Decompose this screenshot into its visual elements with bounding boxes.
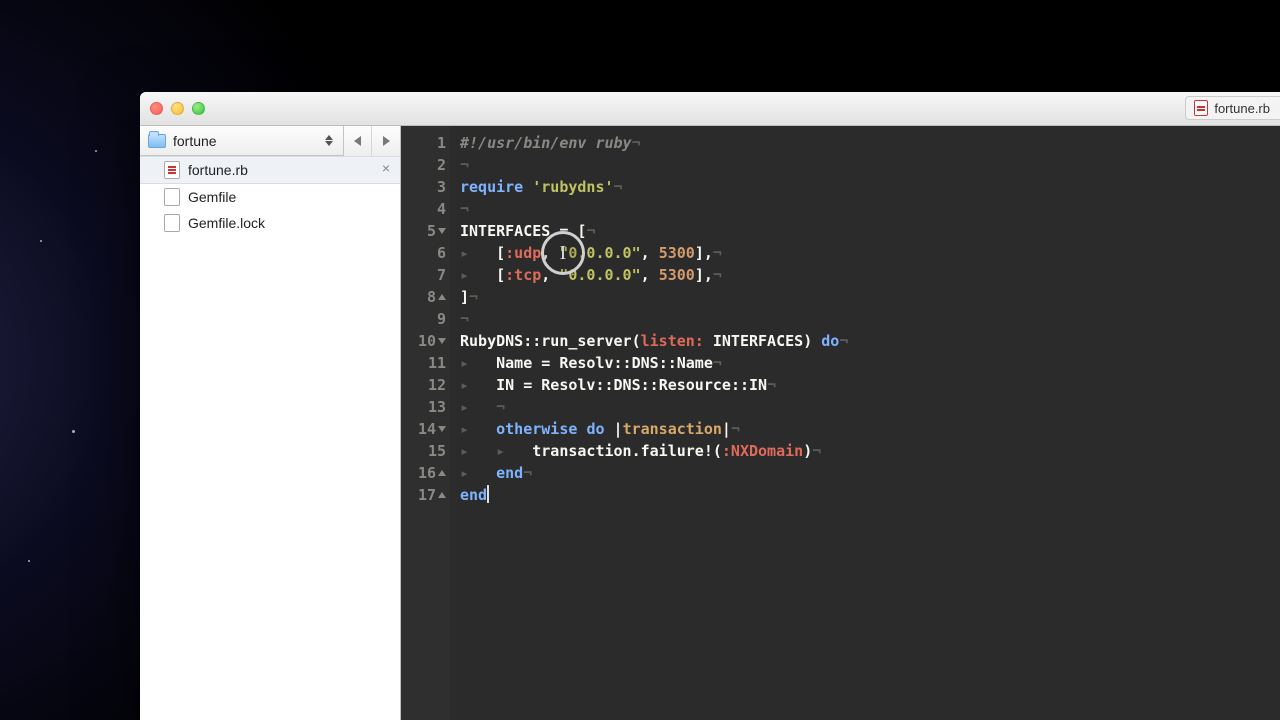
line-number-gutter: 1234567891011121314151617 <box>401 126 450 720</box>
nav-forward-button[interactable] <box>372 126 400 156</box>
open-file-tab[interactable]: fortune.rb <box>1185 96 1280 120</box>
file-list: fortune.rb Gemfile Gemfile.lock <box>140 156 400 720</box>
code-area[interactable]: #!/usr/bin/env ruby¬ ¬ require 'rubydns'… <box>450 126 1280 720</box>
open-file-name: fortune.rb <box>1214 101 1270 116</box>
nav-back-button[interactable] <box>344 126 372 156</box>
file-name: Gemfile <box>188 189 236 205</box>
folder-dropdown[interactable]: fortune <box>140 126 344 155</box>
text-file-icon <box>164 214 180 232</box>
window-zoom-button[interactable] <box>192 102 205 115</box>
ruby-file-icon <box>1194 100 1208 116</box>
text-file-icon <box>164 188 180 206</box>
editor-window: fortune.rb fortune fortune.rb <box>140 92 1280 720</box>
window-titlebar[interactable]: fortune.rb <box>140 92 1280 126</box>
window-close-button[interactable] <box>150 102 163 115</box>
file-name: fortune.rb <box>188 162 248 178</box>
folder-name: fortune <box>173 133 318 149</box>
window-minimize-button[interactable] <box>171 102 184 115</box>
file-row-gemfile[interactable]: Gemfile <box>140 184 400 210</box>
code-editor[interactable]: 1234567891011121314151617 #!/usr/bin/env… <box>401 126 1280 720</box>
file-name: Gemfile.lock <box>188 215 265 231</box>
file-row-gemfile-lock[interactable]: Gemfile.lock <box>140 210 400 236</box>
ruby-file-icon <box>164 161 180 179</box>
folder-icon <box>148 134 166 148</box>
file-row-fortune-rb[interactable]: fortune.rb <box>140 156 400 184</box>
stepper-icon <box>325 135 335 146</box>
project-sidebar: fortune fortune.rb Gemfile <box>140 126 401 720</box>
